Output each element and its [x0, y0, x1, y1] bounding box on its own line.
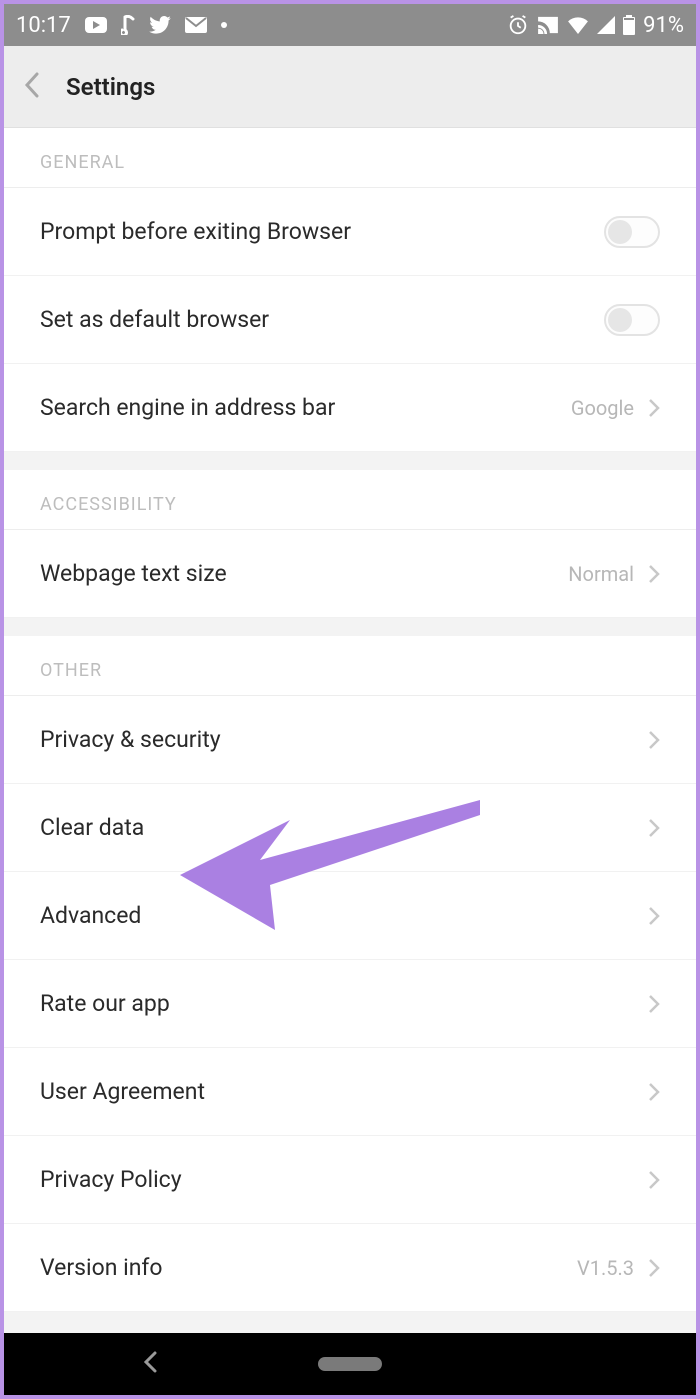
page-title: Settings — [66, 73, 155, 101]
settings-header: Settings — [4, 46, 696, 128]
more-notifications-icon — [221, 22, 227, 28]
row-value: Google — [571, 396, 634, 420]
row-text-size[interactable]: Webpage text size Normal — [4, 530, 696, 618]
row-label: Rate our app — [40, 990, 648, 1017]
chevron-right-icon — [648, 994, 660, 1014]
signal-icon — [597, 16, 615, 34]
youtube-icon — [85, 17, 107, 33]
mail-icon — [185, 17, 207, 33]
section-header-other: OTHER — [4, 636, 696, 696]
settings-content: GENERAL Prompt before exiting Browser Se… — [4, 128, 696, 1333]
chevron-right-icon — [648, 1258, 660, 1278]
wifi-icon — [567, 16, 589, 34]
chevron-right-icon — [648, 1082, 660, 1102]
row-rate-app[interactable]: Rate our app — [4, 960, 696, 1048]
chevron-right-icon — [648, 818, 660, 838]
music-icon — [121, 15, 135, 35]
chevron-right-icon — [648, 564, 660, 584]
battery-percent: 91% — [643, 13, 684, 38]
row-label: Privacy & security — [40, 726, 648, 753]
row-value: Normal — [568, 562, 634, 586]
row-search-engine[interactable]: Search engine in address bar Google — [4, 364, 696, 452]
status-bar: 10:17 — [4, 4, 696, 46]
row-clear-data[interactable]: Clear data — [4, 784, 696, 872]
toggle-default-browser[interactable] — [604, 304, 660, 336]
row-label: Prompt before exiting Browser — [40, 218, 604, 245]
chevron-right-icon — [648, 730, 660, 750]
row-label: Set as default browser — [40, 306, 604, 333]
nav-home-pill[interactable] — [318, 1357, 382, 1371]
row-value: V1.5.3 — [577, 1256, 634, 1280]
section-header-general: GENERAL — [4, 128, 696, 188]
row-label: Clear data — [40, 814, 648, 841]
status-time: 10:17 — [16, 13, 71, 38]
row-privacy-policy[interactable]: Privacy Policy — [4, 1136, 696, 1224]
row-label: Advanced — [40, 902, 648, 929]
row-default-browser[interactable]: Set as default browser — [4, 276, 696, 364]
row-label: Search engine in address bar — [40, 394, 571, 421]
row-label: Webpage text size — [40, 560, 568, 587]
android-navbar — [4, 1333, 696, 1395]
row-version-info[interactable]: Version info V1.5.3 — [4, 1224, 696, 1312]
row-user-agreement[interactable]: User Agreement — [4, 1048, 696, 1136]
back-button[interactable] — [24, 72, 40, 102]
row-label: User Agreement — [40, 1078, 648, 1105]
row-privacy-security[interactable]: Privacy & security — [4, 696, 696, 784]
row-label: Privacy Policy — [40, 1166, 648, 1193]
row-label: Version info — [40, 1254, 577, 1281]
nav-back-icon[interactable] — [144, 1351, 158, 1377]
twitter-icon — [149, 16, 171, 34]
toggle-prompt-exit[interactable] — [604, 216, 660, 248]
row-advanced[interactable]: Advanced — [4, 872, 696, 960]
cast-icon — [537, 16, 559, 34]
section-header-accessibility: ACCESSIBILITY — [4, 470, 696, 530]
chevron-right-icon — [648, 1170, 660, 1190]
chevron-right-icon — [648, 398, 660, 418]
alarm-icon — [507, 14, 529, 36]
chevron-right-icon — [648, 906, 660, 926]
battery-icon — [623, 15, 635, 35]
row-prompt-exit[interactable]: Prompt before exiting Browser — [4, 188, 696, 276]
